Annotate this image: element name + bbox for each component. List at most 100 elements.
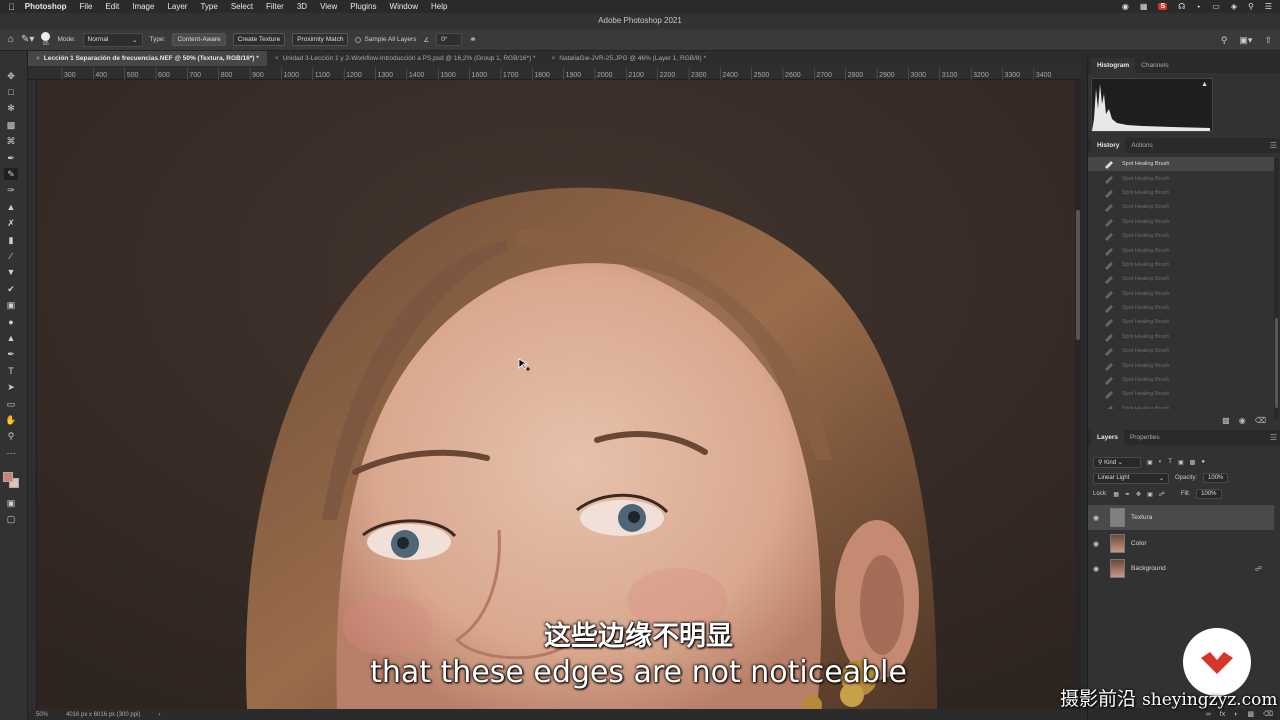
proximity-match-button[interactable]: Proximity Match: [292, 33, 349, 46]
battery-icon[interactable]: ▭: [1212, 2, 1220, 11]
history-item[interactable]: Spot Healing Brush: [1088, 301, 1274, 315]
more-tools-icon[interactable]: ⋯: [4, 447, 18, 459]
history-item[interactable]: Spot Healing Brush: [1088, 157, 1274, 172]
warning-icon[interactable]: ▲: [1201, 81, 1208, 88]
layer-row-color[interactable]: ◉ Color: [1088, 531, 1274, 556]
pixel-filter-icon[interactable]: ▣: [1147, 459, 1153, 466]
object-selection-tool-icon[interactable]: ▩: [4, 119, 18, 131]
share-icon[interactable]: ⇧: [1264, 35, 1272, 46]
angle-field[interactable]: 0°: [436, 33, 463, 46]
menu-filter[interactable]: Filter: [266, 2, 284, 11]
history-item[interactable]: Spot Healing Brush: [1088, 358, 1274, 372]
sample-all-layers-checkbox[interactable]: Sample All Layers: [355, 36, 416, 43]
path-selection-tool-icon[interactable]: ➤: [4, 381, 18, 393]
tab-properties[interactable]: Properties: [1124, 430, 1166, 445]
history-item[interactable]: Spot Healing Brush: [1088, 387, 1274, 401]
type-tool-icon[interactable]: T: [4, 365, 18, 377]
mixer-tool-icon[interactable]: ✔: [4, 283, 18, 295]
history-item[interactable]: Spot Healing Brush: [1088, 272, 1274, 286]
history-item[interactable]: Spot Healing Brush: [1088, 344, 1274, 358]
clone-stamp-tool-icon[interactable]: ▲: [4, 201, 18, 213]
smart-object-filter-icon[interactable]: ▩: [1190, 459, 1196, 466]
layer-row-textura[interactable]: ◉ Textura: [1088, 505, 1274, 530]
move-tool-icon[interactable]: ✥: [4, 70, 18, 82]
crop-tool-icon[interactable]: ⌘: [4, 135, 18, 147]
scroll-thumb[interactable]: [1076, 210, 1080, 340]
bluetooth-icon[interactable]: ⋆: [1196, 2, 1201, 11]
dodge-tool-icon[interactable]: ▲: [4, 332, 18, 344]
brush-tool-icon[interactable]: ✑: [4, 184, 18, 196]
spot-healing-preset-icon[interactable]: ✎▾: [21, 34, 34, 45]
history-item[interactable]: Spot Healing Brush: [1088, 373, 1274, 387]
close-icon[interactable]: ×: [551, 55, 555, 62]
menu-app[interactable]: Photoshop: [25, 2, 67, 11]
tab-history[interactable]: History: [1091, 138, 1126, 153]
scroll-thumb[interactable]: [1275, 318, 1278, 408]
grid-icon[interactable]: ▦: [1140, 2, 1148, 11]
pressure-icon[interactable]: ⚭: [469, 34, 477, 45]
lock-artboard-icon[interactable]: ▣: [1147, 491, 1153, 498]
menu-type[interactable]: Type: [200, 2, 217, 11]
trash-icon[interactable]: ⌫: [1255, 416, 1266, 425]
history-item[interactable]: Spot Healing Brush: [1088, 215, 1274, 229]
blur-tool-icon[interactable]: ●: [4, 316, 18, 328]
history-brush-tool-icon[interactable]: ✗: [4, 217, 18, 229]
menu-plugins[interactable]: Plugins: [350, 2, 376, 11]
new-layer-icon[interactable]: ▩: [1247, 710, 1254, 718]
fx-icon[interactable]: fx: [1220, 711, 1225, 718]
lock-transparent-icon[interactable]: ▦: [1113, 491, 1119, 498]
close-icon[interactable]: ×: [36, 55, 40, 62]
eyedropper-tool-icon[interactable]: ✒: [4, 152, 18, 164]
wifi-icon[interactable]: ◈: [1231, 2, 1237, 11]
mask-icon[interactable]: ◐: [1234, 711, 1238, 718]
history-item[interactable]: Spot Healing Brush: [1088, 258, 1274, 272]
search-icon[interactable]: ⚲: [1221, 35, 1228, 46]
content-aware-button[interactable]: Content-Aware: [172, 33, 226, 46]
history-item[interactable]: Spot Healing Brush: [1088, 186, 1274, 200]
eye-icon[interactable]: ◉: [1088, 565, 1104, 573]
opacity-field[interactable]: 100%: [1203, 473, 1229, 483]
control-center-icon[interactable]: ☰: [1265, 2, 1272, 11]
workspace-icon[interactable]: ▣▾: [1239, 35, 1252, 46]
history-item[interactable]: Spot Healing Brush: [1088, 287, 1274, 301]
tab-layers[interactable]: Layers: [1091, 430, 1124, 445]
screen-mode-icon[interactable]: ▢: [4, 513, 18, 525]
history-item[interactable]: Spot Healing Brush: [1088, 330, 1274, 344]
history-item[interactable]: Spot Healing Brush: [1088, 171, 1274, 185]
tab-histogram[interactable]: Histogram: [1091, 58, 1136, 73]
tab-document-1[interactable]: × Lección 1 Separación de frecuencias.NEF…: [28, 51, 267, 66]
quick-mask-icon[interactable]: ▣: [4, 497, 18, 509]
marquee-tool-icon[interactable]: □: [4, 86, 18, 98]
menu-help[interactable]: Help: [431, 2, 447, 11]
eraser-tool-icon[interactable]: ▮: [4, 234, 18, 246]
foreground-color-swatch[interactable]: [3, 472, 13, 482]
eye-icon[interactable]: ◉: [1088, 540, 1104, 548]
history-scrollbar[interactable]: [1274, 158, 1279, 420]
kind-filter-dropdown[interactable]: ⚲ Kind ⌄: [1093, 456, 1141, 468]
pen-tool-icon[interactable]: ✒: [4, 348, 18, 360]
history-item[interactable]: Spot Healing Brush: [1088, 243, 1274, 257]
lasso-tool-icon[interactable]: ✻: [4, 102, 18, 114]
zoom-tool-icon[interactable]: ⚲: [4, 430, 18, 442]
menu-view[interactable]: View: [320, 2, 337, 11]
history-item[interactable]: Spot Healing Brush: [1088, 200, 1274, 214]
record-icon[interactable]: ◉: [1122, 2, 1129, 11]
spot-healing-tool-icon[interactable]: ✎: [4, 168, 18, 180]
zoom-level[interactable]: 50%: [36, 712, 48, 718]
brush-size-picker[interactable]: 65: [41, 32, 51, 47]
tab-actions[interactable]: Actions: [1125, 138, 1158, 153]
panel-menu-icon[interactable]: ☰: [1270, 433, 1277, 442]
tab-document-3[interactable]: × NataliaGw-JVR-25.JPG @ 46% (Layer 1, RG…: [543, 51, 714, 66]
lock-position-icon[interactable]: ✥: [1136, 491, 1141, 498]
menu-image[interactable]: Image: [132, 2, 154, 11]
panel-menu-icon[interactable]: ☰: [1270, 141, 1277, 150]
menu-select[interactable]: Select: [231, 2, 253, 11]
home-icon[interactable]: ⌂: [8, 34, 14, 45]
eye-icon[interactable]: ◉: [1088, 514, 1104, 522]
s-app-badge[interactable]: S: [1158, 3, 1168, 10]
new-document-icon[interactable]: ▩: [1222, 416, 1230, 425]
type-filter-icon[interactable]: T: [1168, 459, 1172, 465]
create-texture-button[interactable]: Create Texture: [232, 33, 286, 46]
close-icon[interactable]: ×: [275, 55, 279, 62]
menu-window[interactable]: Window: [390, 2, 418, 11]
